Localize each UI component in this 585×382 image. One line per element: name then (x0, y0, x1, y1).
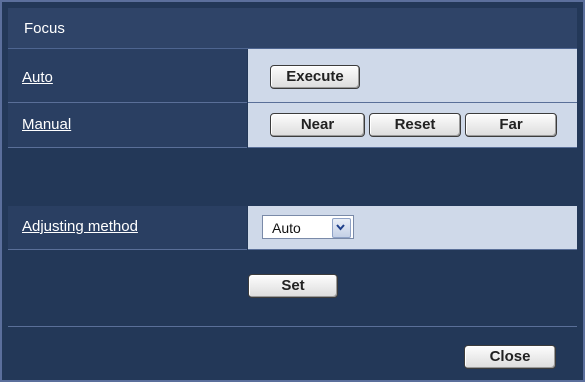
page-title: Focus (24, 20, 65, 37)
chevron-down-icon (336, 224, 345, 231)
divider (8, 326, 577, 327)
auto-label-cell: Auto (8, 49, 247, 103)
adjusting-method-link[interactable]: Adjusting method (22, 218, 138, 235)
manual-label-cell: Manual (8, 103, 247, 148)
focus-window: Focus Auto Execute Manual Near Reset Far… (0, 0, 585, 382)
reset-button[interactable]: Reset (369, 113, 461, 137)
panel-header: Focus (8, 8, 577, 49)
dropdown-arrow[interactable] (332, 218, 351, 238)
manual-value-cell: Near Reset Far (248, 103, 577, 148)
auto-value-cell: Execute (248, 49, 577, 103)
set-button[interactable]: Set (248, 274, 338, 298)
adjusting-method-select[interactable]: Auto (262, 215, 354, 239)
execute-button[interactable]: Execute (270, 65, 360, 89)
adjusting-method-label-cell: Adjusting method (8, 206, 247, 250)
close-button[interactable]: Close (464, 345, 556, 369)
adjusting-method-selected: Auto (272, 220, 301, 236)
focus-panel: Focus Auto Execute Manual Near Reset Far… (8, 8, 577, 374)
near-button[interactable]: Near (270, 113, 365, 137)
auto-link[interactable]: Auto (22, 69, 53, 86)
far-button[interactable]: Far (465, 113, 557, 137)
adjusting-method-value-cell: Auto (248, 206, 577, 250)
manual-link[interactable]: Manual (22, 116, 71, 133)
